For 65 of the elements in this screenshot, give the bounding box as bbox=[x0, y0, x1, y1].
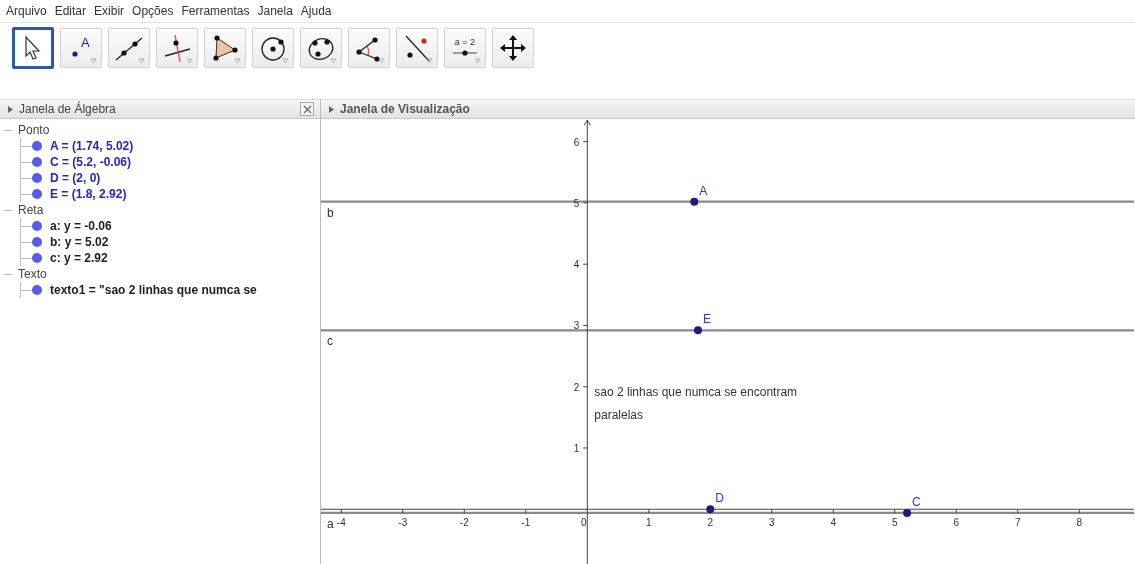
visibility-dot[interactable] bbox=[32, 157, 42, 167]
tree-group-label[interactable]: Reta bbox=[18, 203, 44, 217]
menu-item[interactable]: Editar bbox=[50, 2, 91, 20]
tick-label: 7 bbox=[1015, 517, 1021, 529]
point-label: A bbox=[699, 183, 708, 198]
close-icon bbox=[302, 104, 312, 114]
visibility-dot[interactable] bbox=[32, 189, 42, 199]
visibility-dot[interactable] bbox=[32, 237, 42, 247]
tick-label: 6 bbox=[953, 517, 960, 529]
tool-button[interactable] bbox=[12, 27, 54, 69]
tick-label: -3 bbox=[398, 517, 408, 529]
canvas-text: paralelas bbox=[594, 408, 643, 423]
point-marker[interactable] bbox=[903, 508, 912, 517]
tick-label: 5 bbox=[892, 517, 898, 529]
line-label: c bbox=[327, 334, 333, 349]
expand-triangle-icon[interactable] bbox=[329, 105, 334, 113]
visibility-dot[interactable] bbox=[32, 253, 42, 263]
tick-label: -4 bbox=[336, 517, 346, 529]
point-label: C bbox=[912, 494, 921, 509]
algebra-entry[interactable]: b: y = 5.02 bbox=[50, 235, 109, 249]
menu-item[interactable]: Janela bbox=[253, 2, 297, 20]
line-label: a bbox=[327, 516, 334, 531]
tick-label: 8 bbox=[1076, 517, 1083, 529]
close-button[interactable] bbox=[300, 102, 314, 116]
expand-triangle-icon[interactable] bbox=[8, 105, 13, 113]
menu-item[interactable]: Arquivo bbox=[2, 2, 51, 20]
tick-label: 0 bbox=[581, 517, 587, 529]
algebra-entry[interactable]: A = (1.74, 5.02) bbox=[50, 139, 134, 153]
panel-title: Janela de Álgebra bbox=[19, 102, 117, 116]
tick-label: 3 bbox=[769, 517, 775, 529]
tick-label: 5 bbox=[573, 197, 580, 209]
menu-item[interactable]: Ajuda bbox=[296, 2, 336, 20]
algebra-entry[interactable]: E = (1.8, 2.92) bbox=[50, 187, 127, 201]
algebra-entry[interactable]: C = (5.2, -0.06) bbox=[50, 155, 132, 169]
algebra-entry[interactable]: D = (2, 0) bbox=[50, 171, 101, 185]
tree-group-label[interactable]: Texto bbox=[18, 267, 47, 281]
line-label: b bbox=[327, 205, 334, 220]
point-marker[interactable] bbox=[694, 326, 702, 335]
algebra-entry[interactable]: texto1 = "sao 2 linhas que numca se bbox=[50, 283, 257, 297]
menu-item[interactable]: Ferramentas bbox=[177, 2, 254, 20]
panel-title: Janela de Visualização bbox=[340, 102, 470, 116]
point-label: D bbox=[715, 491, 724, 506]
visibility-dot[interactable] bbox=[32, 141, 42, 151]
algebra-entry[interactable]: c: y = 2.92 bbox=[50, 251, 108, 265]
menu-item[interactable]: Opções bbox=[128, 2, 178, 20]
point-marker[interactable] bbox=[706, 505, 715, 514]
visibility-dot[interactable] bbox=[32, 221, 42, 231]
tick-label: 4 bbox=[573, 259, 580, 271]
tick-label: 1 bbox=[646, 517, 652, 529]
tick-label: -1 bbox=[521, 517, 531, 529]
tick-label: 4 bbox=[830, 517, 837, 529]
canvas-text: sao 2 linhas que numca se encontram bbox=[594, 385, 798, 400]
menu-item[interactable]: Exibir bbox=[90, 2, 129, 20]
tick-label: -2 bbox=[459, 517, 469, 529]
tick-label: 2 bbox=[573, 381, 580, 393]
tick-label: 6 bbox=[573, 136, 580, 148]
tick-label: 3 bbox=[573, 320, 580, 332]
visibility-dot[interactable] bbox=[32, 285, 42, 295]
tick-label: 1 bbox=[573, 443, 580, 454]
visibility-dot[interactable] bbox=[32, 173, 42, 183]
tick-label: 2 bbox=[707, 517, 714, 529]
algebra-entry[interactable]: a: y = -0.06 bbox=[50, 219, 112, 233]
point-label: E bbox=[703, 312, 711, 327]
tree-group-label[interactable]: Ponto bbox=[18, 123, 50, 137]
point-marker[interactable] bbox=[690, 197, 699, 206]
